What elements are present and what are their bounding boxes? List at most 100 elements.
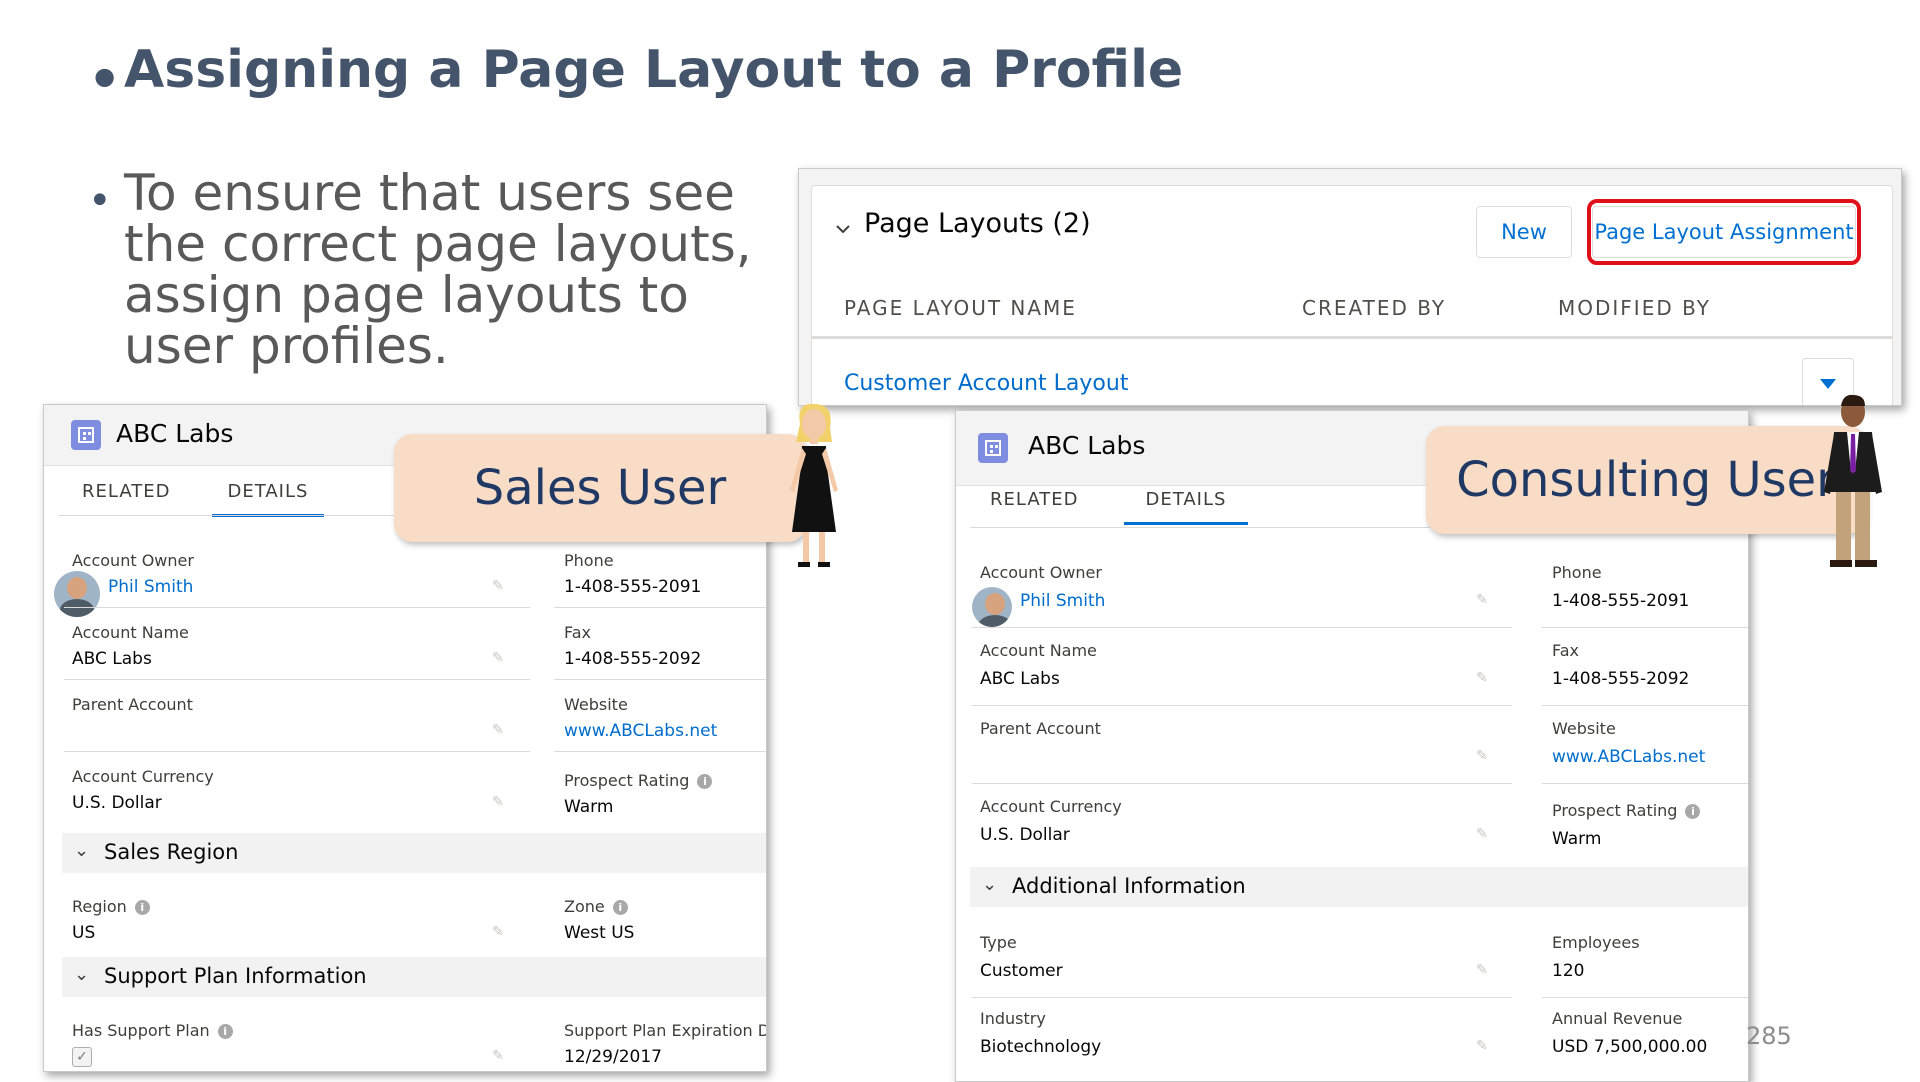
account-icon <box>978 433 1008 463</box>
website-link[interactable]: www.ABCLabs.net <box>1552 747 1705 767</box>
expiration-value: 12/29/2017 <box>564 1047 662 1067</box>
website-link[interactable]: www.ABCLabs.net <box>564 721 717 741</box>
type-label: Type <box>980 933 1017 952</box>
section-additional-information[interactable]: ⌄ Additional Information <box>970 867 1748 907</box>
account-name-value: ABC Labs <box>72 649 152 669</box>
tab-related[interactable]: RELATED <box>990 489 1078 510</box>
fax-value: 1-408-555-2092 <box>564 649 702 669</box>
section-sales-region[interactable]: ⌄ Sales Region <box>62 833 766 873</box>
pencil-icon[interactable]: ✎ <box>492 795 506 809</box>
currency-label: Account Currency <box>980 797 1122 816</box>
pencil-icon[interactable]: ✎ <box>492 925 506 939</box>
region-label-text: Region <box>72 897 127 916</box>
website-label: Website <box>564 695 628 714</box>
employees-value: 120 <box>1552 961 1585 981</box>
account-owner-link[interactable]: Phil Smith <box>108 577 193 597</box>
support-plan-label: Has Support Plan i <box>72 1021 233 1040</box>
column-page-layout-name[interactable]: PAGE LAYOUT NAME <box>844 296 1077 320</box>
tab-related[interactable]: RELATED <box>82 481 170 502</box>
chevron-down-icon: ⌄ <box>982 874 998 895</box>
tab-details[interactable]: DETAILS <box>1124 489 1248 525</box>
pencil-icon[interactable]: ✎ <box>1476 749 1490 763</box>
industry-label: Industry <box>980 1009 1046 1028</box>
subtitle-bullet: • <box>88 178 112 224</box>
account-owner-link[interactable]: Phil Smith <box>1020 591 1105 611</box>
field-rule <box>972 783 1512 784</box>
pencil-icon[interactable]: ✎ <box>1476 963 1490 977</box>
assignment-highlight <box>1587 199 1861 265</box>
fax-label: Fax <box>564 623 592 642</box>
field-rule <box>64 751 530 752</box>
field-rule <box>64 607 530 608</box>
region-label: Region i <box>72 897 150 916</box>
chevron-down-icon: ⌄ <box>74 964 90 985</box>
column-created-by[interactable]: CREATED BY <box>1302 296 1446 320</box>
website-label: Website <box>1552 719 1616 738</box>
prospect-rating-label: Prospect Rating i <box>564 771 713 790</box>
field-rule <box>554 607 766 608</box>
chevron-down-icon[interactable] <box>836 222 850 236</box>
account-name-label: Account Name <box>72 623 189 642</box>
title-bullet: • <box>88 50 122 110</box>
info-icon[interactable]: i <box>134 900 150 915</box>
field-rule <box>1542 705 1748 706</box>
info-icon[interactable]: i <box>612 900 628 915</box>
tab-details[interactable]: DETAILS <box>212 481 324 517</box>
pencil-icon[interactable]: ✎ <box>1476 671 1490 685</box>
region-value: US <box>72 923 96 943</box>
field-rule <box>972 997 1512 998</box>
field-rule <box>64 679 530 680</box>
zone-label-text: Zone <box>564 897 605 916</box>
currency-value: U.S. Dollar <box>72 793 162 813</box>
pencil-icon[interactable]: ✎ <box>1476 593 1490 607</box>
account-owner-label: Account Owner <box>980 563 1102 582</box>
page-layouts-screenshot: Page Layouts (2) New Page Layout Assignm… <box>798 168 1902 406</box>
phone-label: Phone <box>1552 563 1602 582</box>
parent-account-label: Parent Account <box>72 695 193 714</box>
record-title: ABC Labs <box>1028 431 1146 460</box>
column-modified-by[interactable]: MODIFIED BY <box>1558 296 1711 320</box>
parent-account-label: Parent Account <box>980 719 1101 738</box>
account-icon <box>71 420 101 450</box>
prospect-rating-label: Prospect Rating i <box>1552 801 1701 820</box>
record-title: ABC Labs <box>116 419 234 448</box>
consulting-user-figure <box>1824 394 1882 567</box>
prospect-rating-value: Warm <box>1552 829 1602 849</box>
type-value: Customer <box>980 961 1063 981</box>
pencil-icon[interactable]: ✎ <box>492 579 506 593</box>
account-name-label: Account Name <box>980 641 1097 660</box>
zone-label: Zone i <box>564 897 628 916</box>
annual-revenue-value: USD 7,500,000.00 <box>1552 1037 1708 1057</box>
info-icon[interactable]: i <box>217 1024 233 1039</box>
pencil-icon[interactable]: ✎ <box>492 651 506 665</box>
employees-label: Employees <box>1552 933 1640 952</box>
customer-account-layout-link[interactable]: Customer Account Layout <box>844 371 1128 396</box>
support-plan-label-text: Has Support Plan <box>72 1021 210 1040</box>
fax-label: Fax <box>1552 641 1580 660</box>
checkbox-icon[interactable]: ✓ <box>72 1047 92 1067</box>
pencil-icon[interactable]: ✎ <box>492 723 506 737</box>
field-rule <box>554 751 766 752</box>
table-divider <box>812 336 1892 339</box>
slide-number: 285 <box>1746 1022 1792 1050</box>
info-icon[interactable]: i <box>697 774 713 789</box>
field-rule <box>1542 783 1748 784</box>
avatar <box>972 587 1012 627</box>
pencil-icon[interactable]: ✎ <box>492 1049 506 1063</box>
prospect-rating-label-text: Prospect Rating <box>1552 801 1678 820</box>
phone-value: 1-408-555-2091 <box>564 577 702 597</box>
account-owner-label: Account Owner <box>72 551 194 570</box>
chevron-down-icon: ⌄ <box>74 840 90 861</box>
section-support-plan[interactable]: ⌄ Support Plan Information <box>62 957 766 997</box>
pencil-icon[interactable]: ✎ <box>1476 827 1490 841</box>
prospect-rating-label-text: Prospect Rating <box>564 771 690 790</box>
section-title: Support Plan Information <box>104 964 367 988</box>
account-name-value: ABC Labs <box>980 669 1060 689</box>
pencil-icon[interactable]: ✎ <box>1476 1039 1490 1053</box>
section-title: Additional Information <box>1012 874 1246 898</box>
info-icon[interactable]: i <box>1685 804 1701 819</box>
sales-user-figure <box>790 403 838 567</box>
field-rule <box>972 705 1512 706</box>
field-rule <box>554 679 766 680</box>
new-button[interactable]: New <box>1476 206 1572 258</box>
